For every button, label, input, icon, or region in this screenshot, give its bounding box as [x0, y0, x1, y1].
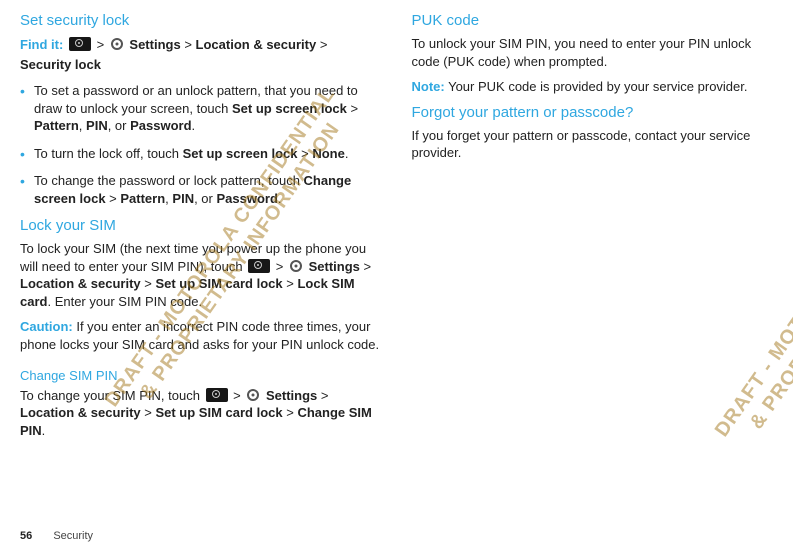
- separator: >: [298, 146, 313, 161]
- separator: >: [106, 191, 121, 206]
- text: To change the password or lock pattern, …: [34, 173, 304, 188]
- location-security-label: Location & security: [196, 37, 317, 52]
- apps-icon: [248, 259, 270, 273]
- find-it-label: Find it:: [20, 37, 63, 52]
- lock-sim-paragraph: To lock your SIM (the next time you powe…: [20, 240, 382, 310]
- settings-gear-icon: [246, 388, 260, 402]
- caution-text: If you enter an incorrect PIN code three…: [20, 319, 379, 352]
- separator: >: [184, 37, 195, 52]
- password: Password: [216, 191, 277, 206]
- separator: >: [360, 259, 371, 274]
- location-security-label: Location & security: [20, 405, 141, 420]
- location-security-label: Location & security: [20, 276, 141, 291]
- pin: PIN: [86, 118, 108, 133]
- set-up-screen-lock: Set up screen lock: [232, 101, 347, 116]
- settings-gear-icon: [110, 37, 124, 51]
- left-column: Set security lock Find it: > Settings > …: [20, 8, 382, 447]
- pin: PIN: [172, 191, 194, 206]
- security-lock-label: Security lock: [20, 57, 101, 72]
- pattern: Pattern: [34, 118, 79, 133]
- list-item: To set a password or an unlock pattern, …: [20, 82, 382, 135]
- set-up-screen-lock: Set up screen lock: [183, 146, 298, 161]
- right-column: PUK code To unlock your SIM PIN, you nee…: [412, 8, 774, 447]
- list-item: To turn the lock off, touch Set up scree…: [20, 145, 382, 163]
- caution-paragraph: Caution: If you enter an incorrect PIN c…: [20, 318, 382, 353]
- settings-gear-icon: [289, 259, 303, 273]
- separator: >: [283, 276, 298, 291]
- page-section-title: Security: [53, 530, 93, 542]
- note-label: Note:: [412, 79, 445, 94]
- list-item: To change the password or lock pattern, …: [20, 172, 382, 207]
- note-text: Your PUK code is provided by your servic…: [445, 79, 748, 94]
- period: .: [278, 191, 282, 206]
- set-up-sim-card-lock: Set up SIM card lock: [155, 405, 282, 420]
- subsection-change-sim-pin: Change SIM PIN: [20, 368, 382, 383]
- page-footer: 56 Security: [20, 530, 93, 542]
- separator: >: [141, 405, 156, 420]
- puk-paragraph: To unlock your SIM PIN, you need to ente…: [412, 35, 774, 70]
- separator: >: [321, 388, 329, 403]
- note-paragraph: Note: Your PUK code is provided by your …: [412, 78, 774, 96]
- settings-label: Settings: [309, 259, 360, 274]
- comma: ,: [79, 118, 86, 133]
- pattern: Pattern: [120, 191, 165, 206]
- section-puk-code: PUK code: [412, 12, 774, 29]
- apps-icon: [69, 37, 91, 51]
- text: To turn the lock off, touch: [34, 146, 183, 161]
- set-up-sim-card-lock: Set up SIM card lock: [155, 276, 282, 291]
- apps-icon: [206, 388, 228, 402]
- none: None: [312, 146, 345, 161]
- page-number: 56: [20, 530, 32, 542]
- section-lock-your-sim: Lock your SIM: [20, 217, 382, 234]
- separator: >: [347, 101, 358, 116]
- section-forgot-pattern: Forgot your pattern or passcode?: [412, 104, 774, 121]
- period: .: [192, 118, 196, 133]
- separator: >: [320, 37, 328, 52]
- text: . Enter your SIM PIN code.: [47, 294, 202, 309]
- separator: >: [141, 276, 156, 291]
- period: .: [42, 423, 46, 438]
- text: To change your SIM PIN, touch: [20, 388, 204, 403]
- password: Password: [130, 118, 191, 133]
- or: , or: [194, 191, 216, 206]
- instructions-list: To set a password or an unlock pattern, …: [20, 82, 382, 207]
- forgot-paragraph: If you forget your pattern or passcode, …: [412, 127, 774, 162]
- settings-label: Settings: [129, 37, 180, 52]
- caution-label: Caution:: [20, 319, 73, 334]
- find-it-line: Find it: > Settings > Location & securit…: [20, 35, 382, 74]
- period: .: [345, 146, 349, 161]
- settings-label: Settings: [266, 388, 317, 403]
- or: , or: [108, 118, 130, 133]
- section-set-security-lock: Set security lock: [20, 12, 382, 29]
- change-sim-pin-paragraph: To change your SIM PIN, touch > Settings…: [20, 387, 382, 440]
- separator: >: [286, 405, 297, 420]
